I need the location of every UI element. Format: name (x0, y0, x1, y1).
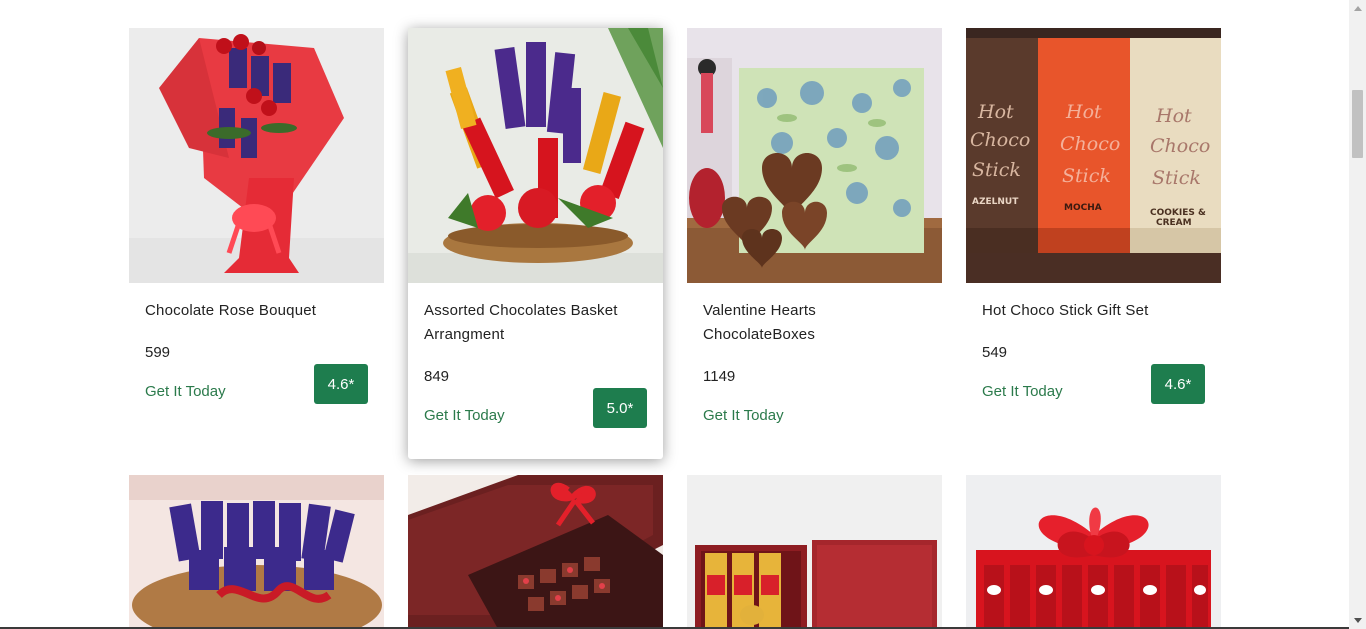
product-card[interactable] (966, 475, 1221, 629)
product-title[interactable]: Chocolate Rose Bouquet (145, 299, 370, 323)
product-image-assorted-chocolates-basket[interactable] (408, 28, 663, 283)
choco-box-text: Stick (1062, 165, 1111, 187)
product-title[interactable]: Hot Choco Stick Gift Set (982, 299, 1207, 323)
choco-box-text: Hot (1065, 101, 1102, 123)
product-image-hot-choco-stick[interactable]: Hot Choco Stick Hot Choco Stick Hot Choc… (966, 28, 1221, 283)
choco-box-text: Stick (1152, 167, 1201, 189)
choco-box-flavor: MOCHA (1064, 203, 1102, 213)
product-image-valentine-hearts[interactable] (687, 28, 942, 283)
product-card[interactable]: Valentine Hearts ChocolateBoxes 1149 Get… (687, 28, 942, 453)
product-price: 599 (145, 344, 171, 361)
choco-box-text: Hot (977, 101, 1014, 123)
product-image-chocolate-gift-box[interactable] (408, 475, 663, 629)
product-card[interactable]: Assorted Chocolates Basket Arrangment 84… (408, 28, 663, 459)
product-price: 849 (424, 368, 450, 385)
product-image-dairy-milk-basket[interactable] (129, 475, 384, 629)
product-card[interactable]: Hot Choco Stick Hot Choco Stick Hot Choc… (966, 28, 1221, 453)
choco-box-flavor: COOKIES & (1150, 208, 1206, 218)
scrollbar-thumb[interactable] (1352, 90, 1363, 158)
vertical-scrollbar[interactable] (1349, 0, 1366, 629)
rating-badge[interactable]: 4.6* (1151, 364, 1205, 404)
product-title[interactable]: Valentine Hearts ChocolateBoxes (703, 299, 928, 347)
product-image-chocolate-rose-bouquet[interactable] (129, 28, 384, 283)
delivery-link[interactable]: Get It Today (982, 383, 1063, 400)
choco-box-text: Choco (1150, 135, 1210, 157)
product-card[interactable] (129, 475, 384, 629)
choco-box-text: Hot (1155, 105, 1192, 127)
product-price: 1149 (703, 368, 736, 385)
product-card[interactable] (687, 475, 942, 629)
delivery-link[interactable]: Get It Today (424, 407, 505, 424)
choco-box-flavor: AZELNUT (972, 197, 1019, 207)
rating-badge[interactable]: 5.0* (593, 388, 647, 428)
delivery-link[interactable]: Get It Today (145, 383, 226, 400)
delivery-link[interactable]: Get It Today (703, 407, 784, 424)
choco-box-text: Choco (1060, 133, 1120, 155)
product-image-kitkat-ribbon-cake[interactable] (966, 475, 1221, 629)
choco-box-flavor: CREAM (1156, 218, 1192, 228)
product-card[interactable] (408, 475, 663, 629)
scroll-down-arrow-icon[interactable] (1349, 612, 1366, 629)
choco-box-text: Stick (972, 159, 1021, 181)
choco-box-text: Choco (970, 129, 1030, 151)
product-image-5star-box[interactable] (687, 475, 942, 629)
scroll-up-arrow-icon[interactable] (1349, 0, 1366, 17)
product-price: 549 (982, 344, 1008, 361)
product-title[interactable]: Assorted Chocolates Basket Arrangment (424, 299, 649, 347)
product-grid-page: Chocolate Rose Bouquet 599 Get It Today … (0, 0, 1349, 629)
product-card[interactable]: Chocolate Rose Bouquet 599 Get It Today … (129, 28, 384, 453)
rating-badge[interactable]: 4.6* (314, 364, 368, 404)
